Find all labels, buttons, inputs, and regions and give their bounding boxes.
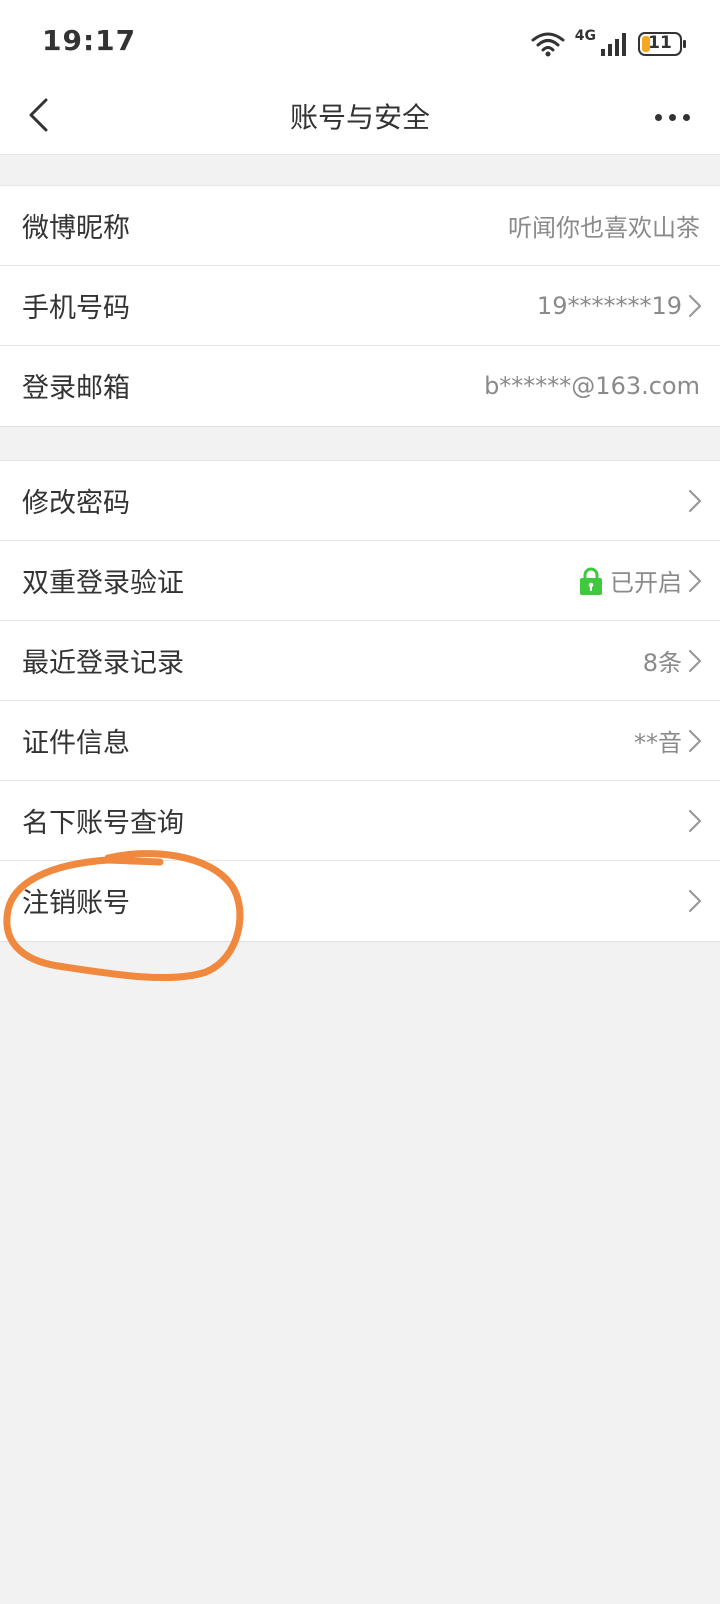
row-value: b******@163.com — [484, 372, 700, 400]
row-label: 修改密码 — [22, 488, 130, 519]
chevron-right-icon — [688, 568, 702, 594]
row-label: 微博昵称 — [22, 213, 130, 244]
security-group: 修改密码 双重登录验证 已开启 最近登录记录 8条 证件信息 **音 名下账号查… — [0, 460, 720, 942]
row-right: 已开启 — [578, 541, 702, 620]
row-delete-account[interactable]: 注销账号 — [0, 861, 720, 941]
more-button[interactable] — [644, 93, 700, 141]
row-id-info[interactable]: 证件信息 **音 — [0, 701, 720, 781]
row-recent-logins[interactable]: 最近登录记录 8条 — [0, 621, 720, 701]
row-right: 8条 — [643, 621, 702, 700]
row-right: 19*******19 — [537, 266, 702, 345]
more-horizontal-icon — [654, 113, 662, 121]
row-label: 名下账号查询 — [22, 808, 184, 839]
row-value: 已开启 — [610, 569, 682, 597]
row-right — [688, 461, 702, 540]
row-value: 听闻你也喜欢山茶 — [508, 214, 700, 242]
row-label: 证件信息 — [22, 728, 130, 759]
chevron-right-icon — [688, 808, 702, 834]
wifi-icon — [531, 31, 565, 57]
row-change-password[interactable]: 修改密码 — [0, 461, 720, 541]
status-bar: 19:17 4G 11 — [0, 0, 720, 80]
status-time: 19:17 — [42, 24, 137, 57]
status-icons: 4G 11 — [531, 26, 686, 62]
row-right — [688, 861, 702, 941]
row-two-factor[interactable]: 双重登录验证 已开启 — [0, 541, 720, 621]
battery-level: 11 — [648, 33, 672, 53]
row-right: 听闻你也喜欢山茶 — [508, 186, 700, 265]
account-info-group: 微博昵称 听闻你也喜欢山茶 手机号码 19*******19 登录邮箱 b***… — [0, 185, 720, 427]
battery-icon: 11 — [638, 32, 686, 56]
row-value: 8条 — [642, 649, 682, 677]
chevron-right-icon — [688, 888, 702, 914]
chevron-right-icon — [688, 728, 702, 754]
row-label: 双重登录验证 — [22, 568, 184, 599]
chevron-right-icon — [688, 488, 702, 514]
lock-icon — [578, 566, 604, 596]
row-right: **音 — [634, 701, 702, 780]
row-label: 登录邮箱 — [22, 373, 130, 404]
row-value: 19*******19 — [536, 291, 682, 320]
chevron-right-icon — [688, 293, 702, 319]
more-dot — [682, 113, 690, 121]
chevron-right-icon — [688, 648, 702, 674]
row-right: b******@163.com — [484, 346, 700, 426]
row-label: 注销账号 — [22, 888, 130, 919]
signal-icon — [600, 31, 628, 57]
more-dot — [668, 113, 676, 121]
row-value: **音 — [634, 729, 682, 757]
row-linked-accounts[interactable]: 名下账号查询 — [0, 781, 720, 861]
row-right — [688, 781, 702, 860]
row-nickname[interactable]: 微博昵称 听闻你也喜欢山茶 — [0, 186, 720, 266]
network-type-label: 4G — [574, 28, 596, 44]
nav-bar: 账号与安全 — [0, 80, 720, 155]
row-phone[interactable]: 手机号码 19*******19 — [0, 266, 720, 346]
row-label: 最近登录记录 — [22, 648, 184, 679]
row-email[interactable]: 登录邮箱 b******@163.com — [0, 346, 720, 426]
page-title: 账号与安全 — [289, 101, 430, 134]
row-label: 手机号码 — [22, 293, 130, 324]
